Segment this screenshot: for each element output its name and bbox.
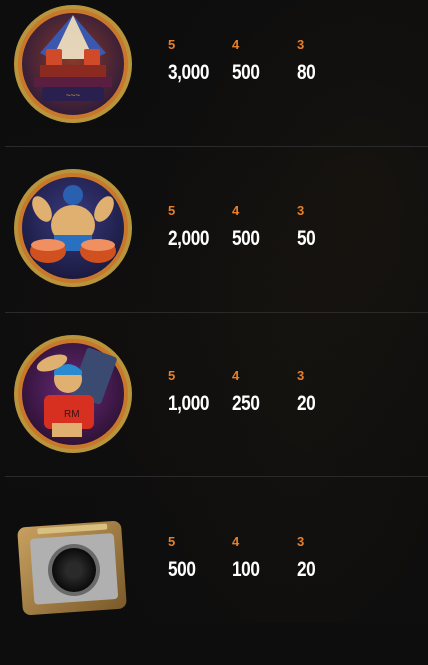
count-four: 4 — [232, 203, 240, 218]
paytable-row: 5 4 3 500 100 20 — [0, 500, 428, 665]
count-four: 4 — [232, 534, 240, 549]
payout-four: 100 — [232, 558, 260, 581]
svg-text:RM: RM — [64, 409, 80, 420]
paytable-row: RM 5 4 3 1,000 250 20 — [0, 333, 428, 498]
svg-text:~~~: ~~~ — [66, 91, 80, 100]
payout-five: 3,000 — [168, 61, 210, 84]
payout-three: 20 — [297, 558, 316, 581]
payout-five: 2,000 — [168, 227, 210, 250]
payout-three: 20 — [297, 392, 316, 415]
count-three: 3 — [297, 534, 305, 549]
payout-five: 1,000 — [168, 392, 210, 415]
paytable-row: ~~~ 5 4 3 3,000 500 80 — [0, 0, 428, 165]
payout-three: 50 — [297, 227, 316, 250]
paytable-row: 5 4 3 2,000 500 50 — [0, 167, 428, 332]
count-three: 3 — [297, 368, 305, 383]
count-three: 3 — [297, 37, 305, 52]
payout-four: 250 — [232, 392, 260, 415]
payout-five: 500 — [168, 558, 196, 581]
drummer-symbol-icon — [12, 167, 134, 289]
row-divider — [5, 146, 428, 147]
amplifier-symbol-icon — [12, 506, 134, 628]
count-three: 3 — [297, 203, 305, 218]
payout-four: 500 — [232, 61, 260, 84]
count-five: 5 — [168, 37, 176, 52]
payout-three: 80 — [297, 61, 316, 84]
stage-symbol-icon: ~~~ — [12, 3, 134, 125]
count-four: 4 — [232, 368, 240, 383]
count-five: 5 — [168, 368, 176, 383]
rocker-symbol-icon: RM — [12, 333, 134, 455]
payout-four: 500 — [232, 227, 260, 250]
row-divider — [5, 312, 428, 313]
row-divider — [5, 476, 428, 477]
count-five: 5 — [168, 534, 176, 549]
count-four: 4 — [232, 37, 240, 52]
count-five: 5 — [168, 203, 176, 218]
